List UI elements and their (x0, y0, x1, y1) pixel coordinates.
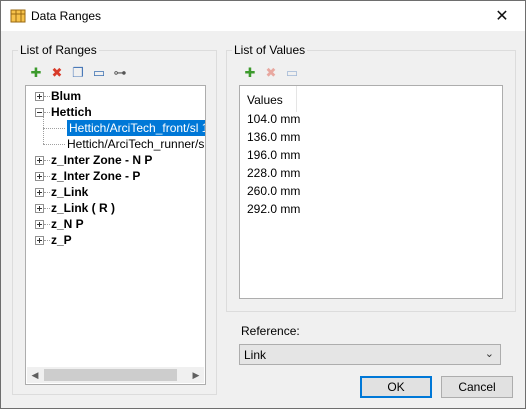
add-value-icon[interactable]: ✚ (242, 65, 258, 81)
edit-value-icon[interactable]: ▭ (284, 65, 300, 81)
add-icon[interactable]: ✚ (28, 65, 44, 81)
list-item[interactable]: 228.0 mm (247, 164, 300, 182)
expand-icon[interactable] (35, 236, 44, 245)
list-item[interactable]: 292.0 mm (247, 200, 300, 218)
reference-label: Reference: (241, 324, 300, 338)
app-icon (10, 9, 26, 23)
tree-connector-line (43, 128, 65, 129)
values-group-label: List of Values (232, 43, 308, 57)
list-item[interactable]: 104.0 mm (247, 110, 300, 128)
cancel-button[interactable]: Cancel (441, 376, 513, 398)
list-item[interactable]: 260.0 mm (247, 182, 300, 200)
tree-connector-line (44, 224, 50, 225)
values-list[interactable]: Values 104.0 mm 136.0 mm 196.0 mm 228.0 mm 2… (239, 85, 503, 299)
copy-icon[interactable]: ❐ (70, 65, 86, 81)
title-bar: Data Ranges ✕ (1, 1, 525, 31)
tree-connector-line (44, 96, 50, 97)
tree-group-item[interactable]: z_N P (51, 216, 84, 232)
scroll-left-arrow-icon[interactable]: ◀ (27, 367, 43, 383)
expand-icon[interactable] (35, 220, 44, 229)
expand-icon[interactable] (35, 156, 44, 165)
close-button[interactable]: ✕ (479, 1, 525, 31)
tree-connector-line (44, 192, 50, 193)
tree-connector-line (43, 112, 44, 128)
tree-structure-icon[interactable]: ⊶ (112, 65, 128, 81)
delete-value-icon[interactable]: ✖ (263, 65, 279, 81)
tree-group-item[interactable]: z_Link (51, 184, 88, 200)
tree-group-item[interactable]: z_Inter Zone - N P (51, 152, 152, 168)
tree-connector-line (44, 240, 50, 241)
ok-button[interactable]: OK (360, 376, 432, 398)
ranges-tree[interactable]: Blum Hettich Hettich/ArciTech_front/sl 10 H… (25, 85, 206, 385)
values-column-header[interactable]: Values (240, 86, 297, 112)
tree-connector-line (43, 128, 44, 144)
tree-connector-line (44, 208, 50, 209)
tree-horizontal-scrollbar[interactable]: ◀ ▶ (27, 367, 204, 383)
expand-icon[interactable] (35, 172, 44, 181)
tree-connector-line (44, 160, 50, 161)
window-title: Data Ranges (31, 9, 102, 23)
tree-connector-line (44, 176, 50, 177)
scrollbar-thumb[interactable] (44, 369, 177, 381)
expand-icon[interactable] (35, 92, 44, 101)
delete-icon[interactable]: ✖ (49, 65, 65, 81)
expand-icon[interactable] (35, 204, 44, 213)
tree-child-item[interactable]: Hettich/ArciTech_runner/sl 5 (67, 136, 205, 152)
expand-icon[interactable] (35, 188, 44, 197)
ranges-group-label: List of Ranges (18, 43, 99, 57)
tree-group-item[interactable]: z_Inter Zone - P (51, 168, 140, 184)
reference-select[interactable]: Link ⌄ (239, 344, 501, 365)
tree-group-item[interactable]: z_Link ( R ) (51, 200, 115, 216)
list-item[interactable]: 136.0 mm (247, 128, 300, 146)
reference-selected-value: Link (244, 348, 267, 362)
chevron-down-icon: ⌄ (484, 348, 494, 360)
tree-group-item[interactable]: Hettich (51, 104, 92, 120)
close-icon: ✕ (495, 8, 509, 25)
data-ranges-dialog: Data Ranges ✕ List of Ranges ✚ ✖ ❐ ▭ ⊶ Blum H… (0, 0, 526, 409)
tree-group-item[interactable]: z_P (51, 232, 72, 248)
rename-icon[interactable]: ▭ (91, 65, 107, 81)
tree-connector-line (44, 112, 50, 113)
tree-child-item[interactable]: Hettich/ArciTech_front/sl 10 (67, 120, 205, 136)
tree-connector-line (43, 144, 65, 145)
list-item[interactable]: 196.0 mm (247, 146, 300, 164)
tree-group-item[interactable]: Blum (51, 88, 81, 104)
scroll-right-arrow-icon[interactable]: ▶ (188, 367, 204, 383)
